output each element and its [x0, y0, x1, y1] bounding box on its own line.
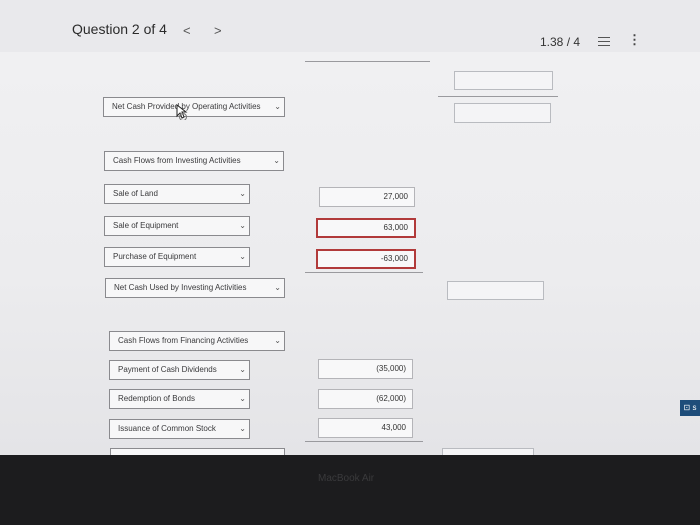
- chat-icon[interactable]: ⊡ s: [680, 400, 700, 416]
- score: 1.38 / 4: [540, 35, 581, 49]
- cursor-icon: [176, 104, 188, 120]
- select-label: Payment of Cash Dividends: [118, 365, 217, 374]
- chevron-down-icon: ⌄: [239, 252, 246, 261]
- empty-input[interactable]: [454, 103, 551, 123]
- select-label: Purchase of Equipment: [113, 252, 197, 261]
- select-label: Sale of Land: [113, 189, 158, 198]
- chevron-left-icon[interactable]: <: [183, 23, 191, 38]
- investing-amount-input[interactable]: 27,000: [319, 187, 415, 207]
- investing-row-select[interactable]: Purchase of Equipment ⌄: [104, 247, 250, 267]
- next-input[interactable]: [442, 448, 534, 455]
- financing-row-select[interactable]: Payment of Cash Dividends ⌄: [109, 360, 250, 380]
- chevron-down-icon: ⌄: [239, 394, 246, 403]
- chevron-right-icon[interactable]: >: [214, 23, 222, 38]
- chevron-down-icon: ⌄: [239, 365, 246, 374]
- net-cash-operating-select[interactable]: Net Cash Provided by Operating Activitie…: [103, 97, 285, 117]
- chevron-down-icon: ⌄: [273, 156, 280, 165]
- investing-row-select[interactable]: Sale of Land ⌄: [104, 184, 250, 204]
- financing-amount-input[interactable]: 43,000: [318, 418, 413, 438]
- list-icon[interactable]: [598, 37, 610, 49]
- more-icon[interactable]: ⋮: [628, 33, 641, 46]
- select-label: Redemption of Bonds: [118, 394, 195, 403]
- investing-section-select[interactable]: Cash Flows from Investing Activities ⌄: [104, 151, 284, 171]
- financing-amount-input[interactable]: (35,000): [318, 359, 413, 379]
- laptop-bezel-label: MacBook Air: [318, 473, 375, 484]
- financing-amount-input[interactable]: (62,000): [318, 389, 413, 409]
- divider: [305, 272, 423, 273]
- financing-row-select[interactable]: Issuance of Common Stock ⌄: [109, 419, 250, 439]
- question-title: Question 2 of 4: [72, 21, 167, 37]
- chevron-down-icon: ⌄: [239, 424, 246, 433]
- chevron-down-icon: ⌄: [239, 189, 246, 198]
- chevron-down-icon: ⌄: [274, 283, 281, 292]
- empty-input[interactable]: [454, 71, 553, 90]
- next-row-select[interactable]: [110, 448, 285, 455]
- divider: [438, 96, 558, 97]
- select-label: Cash Flows from Investing Activities: [113, 156, 241, 165]
- select-label: Sale of Equipment: [113, 221, 179, 230]
- screen: Question 2 of 4 < > 1.38 / 4 ⋮ Net Cash …: [0, 0, 700, 455]
- investing-amount-input[interactable]: -63,000: [316, 249, 416, 269]
- divider: [305, 61, 430, 62]
- select-label: Cash Flows from Financing Activities: [118, 336, 249, 345]
- select-label: Net Cash Used by Investing Activities: [114, 283, 247, 292]
- chevron-down-icon: ⌄: [239, 221, 246, 230]
- divider: [305, 441, 423, 442]
- chevron-down-icon: ⌄: [274, 102, 281, 111]
- financing-section-select[interactable]: Cash Flows from Financing Activities ⌄: [109, 331, 285, 351]
- investing-amount-input[interactable]: 63,000: [316, 218, 416, 238]
- chevron-down-icon: ⌄: [274, 336, 281, 345]
- net-cash-investing-select[interactable]: Net Cash Used by Investing Activities ⌄: [105, 278, 285, 298]
- top-bar: Question 2 of 4 < > 1.38 / 4 ⋮: [0, 0, 700, 52]
- financing-row-select[interactable]: Redemption of Bonds ⌄: [109, 389, 250, 409]
- net-investing-input[interactable]: [447, 281, 544, 300]
- select-label: Issuance of Common Stock: [118, 424, 216, 433]
- investing-row-select[interactable]: Sale of Equipment ⌄: [104, 216, 250, 236]
